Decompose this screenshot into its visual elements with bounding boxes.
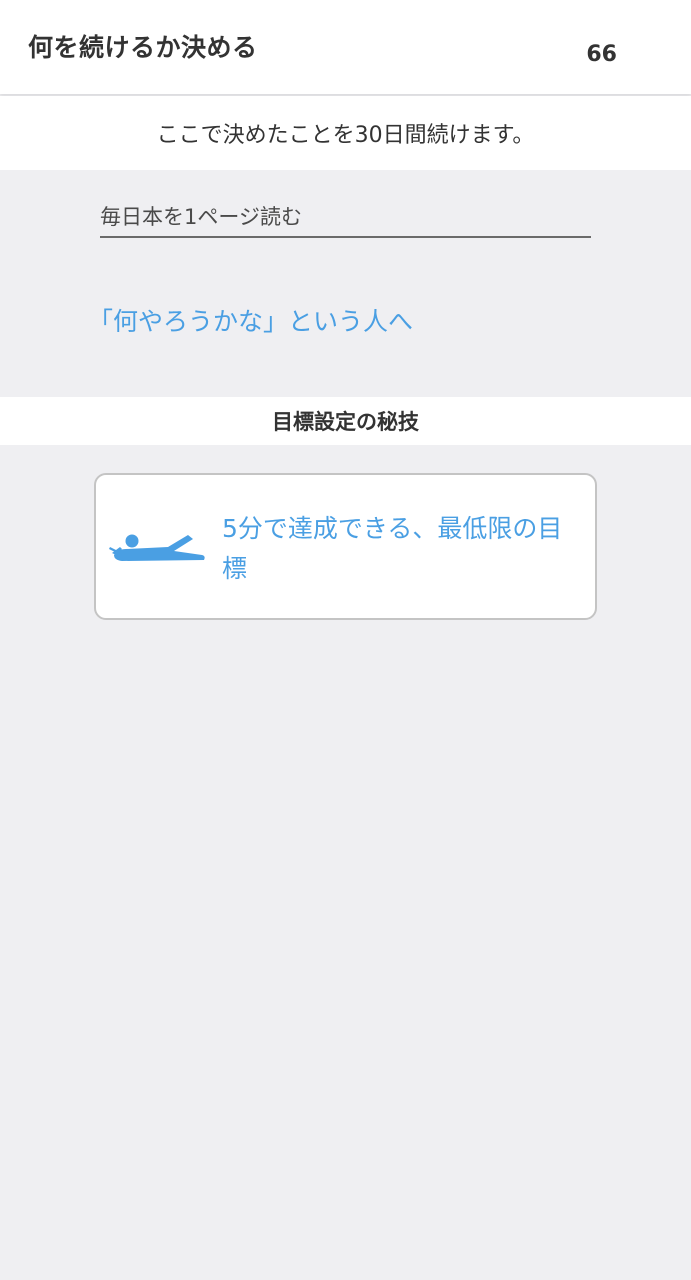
app-header: 何を続けるか決める 66 (0, 0, 691, 94)
instruction-text: ここで決めたことを30日間続けます。 (156, 123, 535, 148)
section-title: 目標設定の秘技 (272, 410, 419, 434)
tip-card-label: 5分で達成できる、最低限の目標 (222, 514, 563, 583)
tip-card-minimum-goal[interactable]: 5分で達成できる、最低限の目標 (94, 473, 597, 620)
instruction-banner: ここで決めたことを30日間続けます。 (0, 96, 691, 170)
goal-input[interactable] (100, 198, 591, 238)
page-title: 何を続けるか決める (28, 33, 258, 62)
help-ideas-link[interactable]: 「何やろうかな」という人へ (88, 302, 413, 338)
section-header: 目標設定の秘技 (0, 397, 691, 445)
counter-badge: 66 (586, 42, 617, 67)
lying-reading-person-icon (109, 534, 205, 561)
